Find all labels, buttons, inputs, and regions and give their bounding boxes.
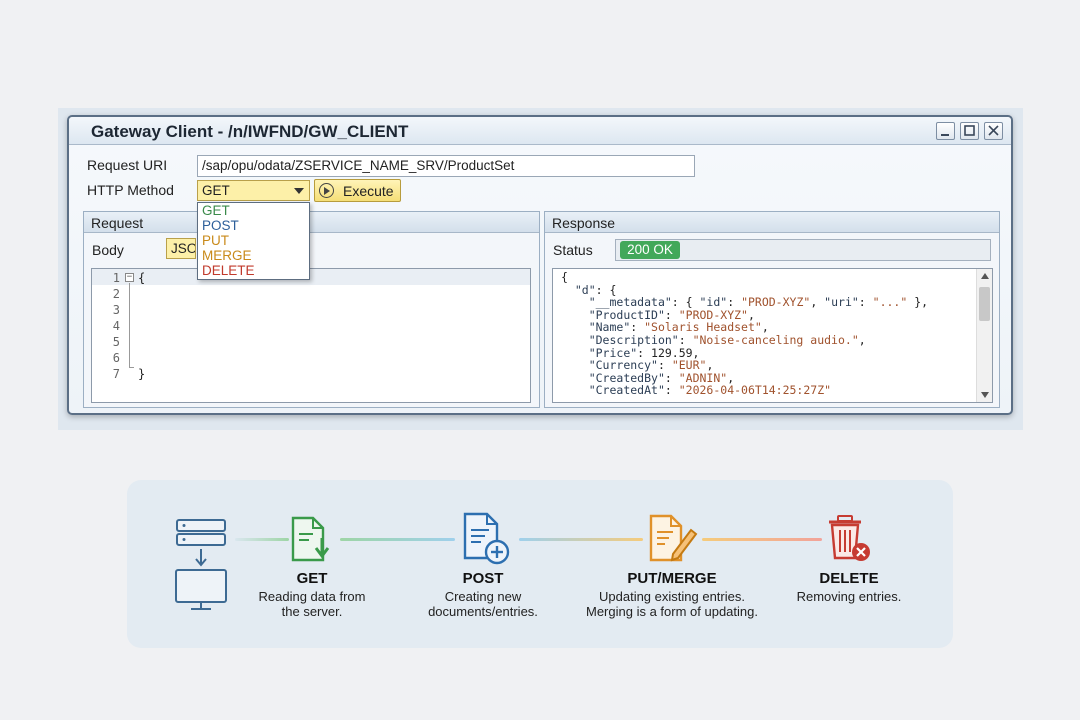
status-label: Status [553,242,593,258]
legend-title-0: GET [296,570,328,587]
method-option-get[interactable]: GET [202,204,230,218]
legend-title-3: DELETE [819,570,879,587]
code-line: } [138,367,146,381]
execute-button[interactable]: Execute [314,179,401,202]
scroll-down-icon[interactable] [980,391,990,399]
connector [702,538,822,541]
http-method-label: HTTP Method [87,182,174,198]
document-add-icon [463,512,510,565]
body-label: Body [92,242,124,258]
response-panel-header: Response [545,212,999,233]
status-badge: 200 OK [620,241,680,259]
maximize-icon[interactable] [960,122,979,140]
legend-description-3: Removing entries. [796,589,902,604]
connector [235,538,289,541]
scroll-up-icon[interactable] [980,272,990,280]
http-method-select[interactable]: GET [197,180,310,201]
line-number: 4 [112,319,120,333]
chevron-down-icon [294,188,304,194]
document-edit-icon [649,514,698,562]
request-uri-label: Request URI [87,157,168,173]
execute-button-label: Execute [343,183,394,199]
line-number: 7 [112,367,120,381]
close-icon[interactable] [984,122,1003,140]
response-panel: Response Status 200 OK { "d": { "__metad… [544,211,1000,408]
line-number: 5 [112,335,120,349]
method-option-put[interactable]: PUT [202,234,229,248]
document-download-icon [291,516,330,562]
request-uri-input[interactable]: /sap/opu/odata/ZSERVICE_NAME_SRV/Product… [197,155,695,177]
status-field: 200 OK [615,239,991,261]
line-number: 1 [112,271,120,285]
method-option-delete[interactable]: DELETE [202,264,255,278]
legend-description-1: Creating new documents/entries. [428,589,538,619]
play-icon [319,183,334,198]
trash-delete-icon [829,515,870,561]
request-panel: Request Body JSON 1 {2 3 4 5 6 7} − [83,211,540,408]
response-body-viewer[interactable]: { "d": { "__metadata": { "id": "PROD-XYZ… [552,268,993,403]
method-option-merge[interactable]: MERGE [202,249,252,263]
connector [340,538,455,541]
json-line: "CreatedAt": "2026-04-06T14:25:27Z" [588,383,832,398]
method-option-post[interactable]: POST [202,219,239,233]
fold-guide-end [129,367,134,368]
http-methods-legend-card: GET Reading data from the server. POST Creat… [127,480,953,648]
legend-description-0: Reading data from the server. [258,589,366,619]
http-method-value: GET [202,183,230,198]
fold-guide [129,283,130,367]
fold-icon[interactable]: − [125,273,134,282]
connector [519,538,643,541]
line-number: 3 [112,303,120,317]
response-scrollbar[interactable] [976,269,992,402]
current-line-highlight [92,269,530,285]
gateway-client-window: Gateway Client - /n/IWFND/GW_CLIENT Requ… [67,115,1013,415]
legend-title-1: POST [462,570,504,587]
scroll-thumb[interactable] [979,287,990,321]
request-panel-header: Request [84,212,539,233]
window-title: Gateway Client - /n/IWFND/GW_CLIENT [91,122,409,141]
legend-title-2: PUT/MERGE [627,570,717,587]
code-line: { [138,271,146,285]
title-bar: Gateway Client - /n/IWFND/GW_CLIENT [69,117,1011,145]
body-format-select[interactable]: JSON [166,238,196,259]
line-number: 6 [112,351,120,365]
request-body-editor[interactable]: 1 {2 3 4 5 6 7} − [91,268,531,403]
legend-description-2: Updating existing entries. Merging is a f… [586,589,758,619]
http-method-dropdown: GET POST PUT MERGE DELETE [197,202,310,280]
line-number: 2 [112,287,120,301]
minimize-icon[interactable] [936,122,955,140]
